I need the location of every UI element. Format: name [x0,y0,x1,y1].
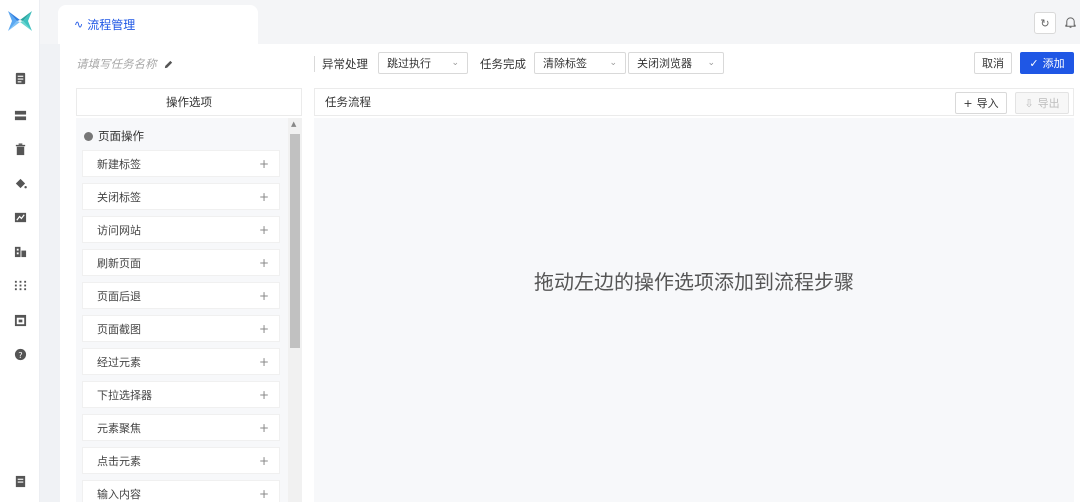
plus-icon[interactable]: + [259,487,269,501]
ops-item-label: 点击元素 [97,454,141,468]
plus-icon[interactable]: + [259,157,269,171]
plus-icon[interactable]: + [259,454,269,468]
trash-icon[interactable] [13,142,27,156]
download-icon: ⇩ [1024,96,1034,110]
ops-item-label: 页面后退 [97,289,141,303]
export-button[interactable]: ⇩ 导出 [1015,92,1069,114]
ops-item[interactable]: 下拉选择器 + [82,381,280,408]
ops-item-label: 关闭标签 [97,190,141,204]
toolbar-divider [314,56,315,72]
plus-icon[interactable]: + [259,388,269,402]
edit-icon [164,60,172,68]
exception-select[interactable]: 跳过执行 ⌄ [378,52,468,74]
task-flow-canvas[interactable]: 拖动左边的操作选项添加到流程步骤 [314,118,1074,502]
plus-icon[interactable]: + [259,256,269,270]
exception-select-value: 跳过执行 [387,57,431,70]
scrollbar[interactable]: ▲ [288,118,302,502]
ops-item-label: 输入内容 [97,487,141,501]
complete-select-value: 清除标签 [543,57,587,70]
ops-item[interactable]: 页面截图 + [82,315,280,342]
chevron-down-icon: ⌄ [707,58,715,68]
add-button[interactable]: ✓ 添加 [1020,52,1074,74]
export-label: 导出 [1037,97,1060,110]
ops-group-label: 页面操作 [98,129,144,143]
plus-icon[interactable]: + [259,421,269,435]
ops-item-label: 元素聚焦 [97,421,141,435]
paint-bucket-icon[interactable] [13,176,27,190]
exception-label: 异常处理 [322,57,368,71]
plus-icon[interactable]: + [259,289,269,303]
cancel-button[interactable]: 取消 [974,52,1012,74]
ops-item[interactable]: 元素聚焦 + [82,414,280,441]
toolbar: 请填写任务名称 异常处理 跳过执行 ⌄ 任务完成 清除标签 ⌄ 关闭浏览器 ⌄ … [60,44,1080,84]
operations-list: 页面操作 新建标签 + 关闭标签 + 访问网站 + 刷新页面 + 页面后退 + 页面截图 +… [76,118,302,502]
import-button[interactable]: + 导入 [955,92,1007,114]
scroll-up-icon[interactable]: ▲ [291,120,296,128]
refresh-button[interactable]: ↻ [1034,12,1056,34]
ops-item[interactable]: 页面后退 + [82,282,280,309]
task-name-placeholder: 请填写任务名称 [76,57,157,71]
grid-icon[interactable] [13,278,27,292]
tab-bar: ∿ 流程管理 ↻ [40,0,1080,44]
tab-label: 流程管理 [87,18,136,32]
task-name-field[interactable]: 请填写任务名称 [76,56,174,72]
task-flow-panel: 任务流程 + 导入 ⇩ 导出 拖动左边的操作选项添加到流程步骤 [314,88,1074,502]
task-flow-header: 任务流程 + 导入 ⇩ 导出 [314,88,1074,116]
scroll-thumb[interactable] [290,134,300,348]
chart-icon[interactable] [13,210,27,224]
operations-header: 操作选项 [76,88,302,116]
ops-item[interactable]: 输入内容 + [82,480,280,502]
ops-item[interactable]: 新建标签 + [82,150,280,177]
ops-item[interactable]: 经过元素 + [82,348,280,375]
ops-item[interactable]: 点击元素 + [82,447,280,474]
ops-item-label: 页面截图 [97,322,141,336]
document-icon[interactable] [13,71,27,85]
ops-item-label: 新建标签 [97,157,141,171]
chevron-down-icon: ⌄ [451,58,459,68]
complete-select-clear-tags[interactable]: 清除标签 ⌄ [534,52,626,74]
app-logo[interactable] [8,9,32,33]
notification-icon[interactable] [1062,14,1078,30]
operations-panel: 操作选项 页面操作 新建标签 + 关闭标签 + 访问网站 + 刷新页面 + 页面后退 + … [76,88,302,502]
plus-icon[interactable]: + [259,355,269,369]
check-icon: ✓ [1029,56,1039,70]
add-button-label: 添加 [1042,57,1065,70]
plus-icon[interactable]: + [259,223,269,237]
plus-icon[interactable]: + [259,190,269,204]
import-label: 导入 [976,97,999,110]
ops-item[interactable]: 关闭标签 + [82,183,280,210]
pulse-icon: ∿ [74,18,84,31]
server-icon[interactable] [13,108,27,122]
plus-icon[interactable]: + [259,322,269,336]
ops-group-page[interactable]: 页面操作 [84,128,144,144]
chevron-down-icon: ⌄ [609,58,617,68]
ops-item-label: 访问网站 [97,223,141,237]
ops-item-label: 刷新页面 [97,256,141,270]
building-icon[interactable] [13,244,27,258]
notes-icon[interactable] [13,474,27,488]
empty-hint: 拖动左边的操作选项添加到流程步骤 [534,270,854,294]
ops-item-label: 经过元素 [97,355,141,369]
refresh-icon: ↻ [1040,16,1050,30]
ops-item[interactable]: 刷新页面 + [82,249,280,276]
help-icon[interactable]: ? [13,347,27,361]
group-dot-icon [84,131,93,141]
left-nav: ? [0,0,40,502]
task-flow-title: 任务流程 [325,95,371,109]
ops-item-label: 下拉选择器 [97,388,152,402]
main-content: 请填写任务名称 异常处理 跳过执行 ⌄ 任务完成 清除标签 ⌄ 关闭浏览器 ⌄ … [60,44,1080,502]
svg-text:?: ? [18,349,22,359]
calendar-icon[interactable] [13,313,27,327]
plus-icon: + [963,96,973,110]
complete-select-value-2: 关闭浏览器 [637,57,692,70]
ops-item[interactable]: 访问网站 + [82,216,280,243]
complete-select-close-browser[interactable]: 关闭浏览器 ⌄ [628,52,724,74]
complete-label: 任务完成 [480,57,526,71]
tab-flow-management[interactable]: ∿ 流程管理 [58,5,258,44]
